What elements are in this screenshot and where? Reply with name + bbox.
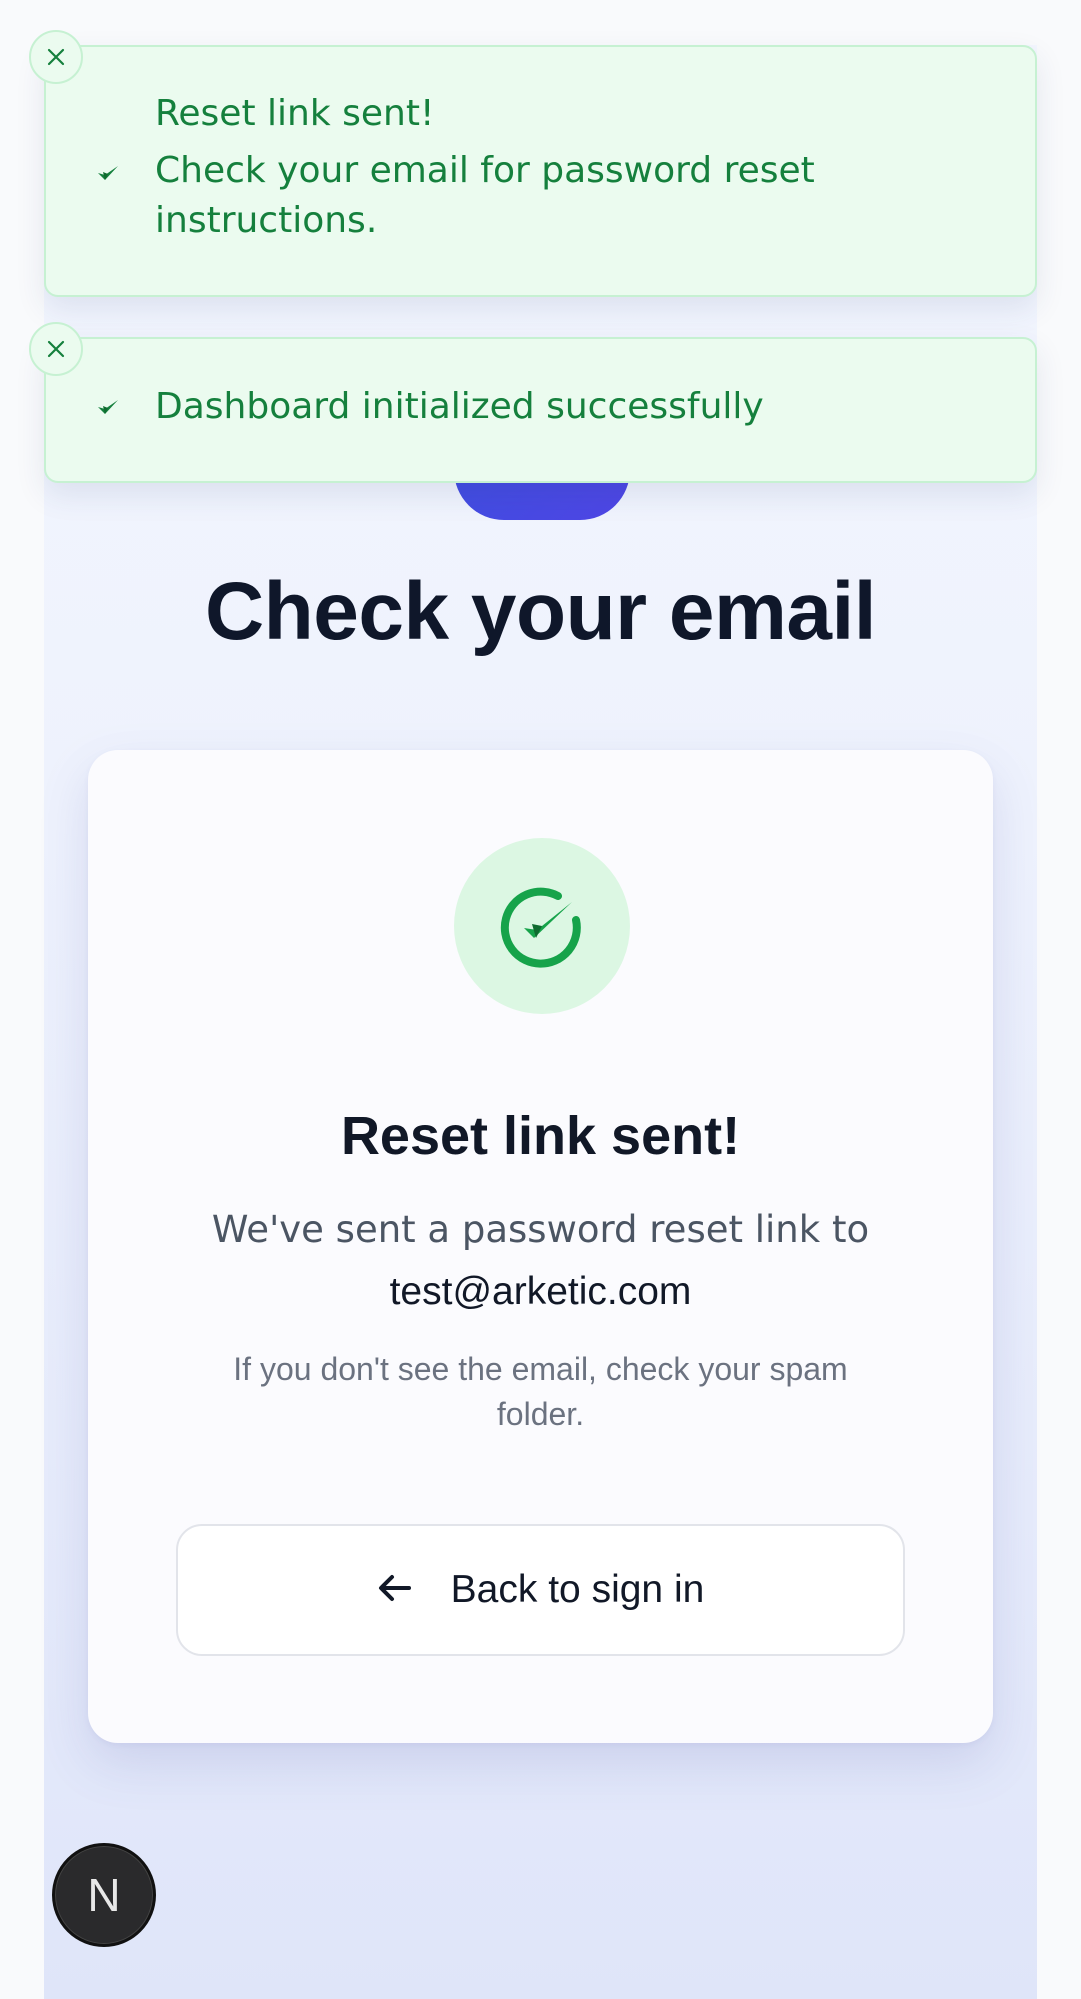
toast-title: Reset link sent! [155, 93, 435, 134]
card-description: We've sent a password reset link to [211, 1208, 870, 1251]
back-to-sign-in-label: Back to sign in [450, 1568, 705, 1611]
back-to-sign-in-button[interactable]: Back to sign in [176, 1524, 905, 1656]
toast-description: Check your email for password reset inst… [155, 150, 815, 241]
page-title: Check your email [204, 566, 877, 657]
recipient-email: test@arketic.com [389, 1270, 692, 1313]
check-icon [96, 163, 120, 187]
close-icon[interactable] [29, 30, 83, 84]
card-title: Reset link sent! [340, 1106, 741, 1166]
dev-tools-badge[interactable]: N [52, 1843, 156, 1947]
page: Check your email Reset link sent! We've … [0, 0, 1081, 1999]
check-circle-icon [454, 838, 630, 1014]
reset-confirmation-card: Reset link sent! We've sent a password r… [88, 750, 993, 1743]
close-icon[interactable] [29, 322, 83, 376]
toast-title: Dashboard initialized successfully [155, 386, 764, 427]
toast-dashboard-initialized: Dashboard initialized successfully [29, 322, 1037, 483]
dev-badge-label: N [87, 1869, 121, 1921]
check-icon [96, 397, 120, 421]
arrow-left-icon [377, 1573, 411, 1607]
toast-reset-link-sent: Reset link sent! Check your email for pa… [29, 30, 1037, 297]
spam-hint: If you don't see the email, check your s… [233, 1351, 848, 1432]
